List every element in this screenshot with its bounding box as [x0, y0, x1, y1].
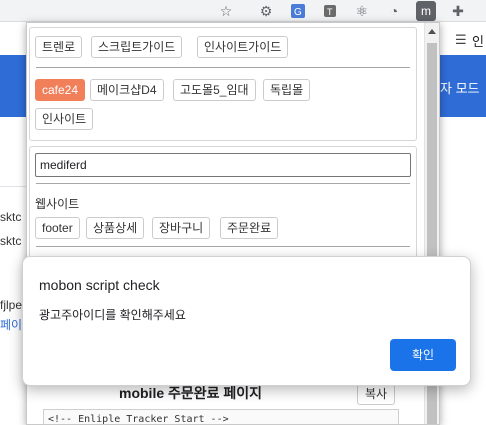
ok-button[interactable]: 확인: [390, 339, 456, 371]
background-text: sktc: [0, 210, 22, 224]
page-button-footer[interactable]: footer: [35, 217, 80, 239]
extension-icon[interactable]: T: [320, 1, 340, 21]
section-title: mobile 주문완료 페이지: [119, 385, 263, 401]
mobon-icon-letter: m: [421, 4, 431, 18]
advertiser-id-input[interactable]: mediferd: [35, 153, 411, 177]
section-divider: [36, 183, 410, 184]
background-divider: [0, 186, 26, 187]
background-list-text: 인: [472, 34, 484, 49]
page-button-product-detail[interactable]: 상품상세: [86, 217, 145, 239]
scroll-up-arrow-icon[interactable]: [428, 29, 436, 34]
mobon-extension-icon[interactable]: m: [416, 1, 436, 21]
platform-button-cafe24[interactable]: cafe24: [35, 79, 86, 101]
background-text: sktc: [0, 234, 22, 248]
star-icon[interactable]: ☆: [216, 1, 236, 21]
section-divider: [36, 246, 410, 247]
trendro-button[interactable]: 트렌로: [35, 36, 83, 58]
puzzle-icon[interactable]: ✚: [448, 1, 468, 21]
alert-dialog: mobon script check 광고주아이디를 확인해주세요 확인: [22, 256, 471, 386]
background-text: fjlpe: [0, 298, 23, 312]
react-devtools-icon[interactable]: ⚛: [352, 1, 372, 21]
guide-platform-section: 트렌로 스크립트가이드 인사이트가이드 cafe24 메이크샵D4 고도몰5_임…: [29, 27, 417, 141]
svg-text:G: G: [294, 7, 302, 18]
dialog-title: mobon script check: [39, 277, 160, 293]
browser-toolbar: ☆ ⚙ G T ⚛ ◔ m ✚: [0, 0, 486, 22]
platform-button-godomall[interactable]: 고도몰5_임대: [173, 79, 256, 101]
page-button-cart[interactable]: 장바구니: [152, 217, 211, 239]
svg-text:T: T: [327, 7, 333, 17]
dialog-message: 광고주아이디를 확인해주세요: [39, 308, 186, 322]
script-code-box[interactable]: <!-- Enliple Tracker Start -->: [43, 409, 399, 424]
script-guide-button[interactable]: 스크립트가이드: [91, 36, 183, 58]
insight-guide-button[interactable]: 인사이트가이드: [197, 36, 289, 58]
section-divider: [36, 67, 410, 68]
settings-gear-icon[interactable]: ⚙: [256, 1, 276, 21]
translate-icon[interactable]: G: [288, 1, 308, 21]
timer-icon[interactable]: ◔: [384, 1, 404, 21]
list-icon: ☰: [455, 32, 467, 47]
website-label: 웹사이트: [35, 197, 80, 211]
background-link[interactable]: 페이: [0, 316, 22, 333]
platform-button-insight[interactable]: 인사이트: [35, 108, 94, 130]
platform-button-makeshop[interactable]: 메이크샵D4: [90, 79, 164, 101]
platform-button-independent[interactable]: 독립몰: [263, 79, 311, 101]
page-button-order-complete[interactable]: 주문완료: [220, 217, 279, 239]
copy-button[interactable]: 복사: [357, 383, 395, 405]
background-mode-text: 자 모드: [440, 81, 480, 96]
